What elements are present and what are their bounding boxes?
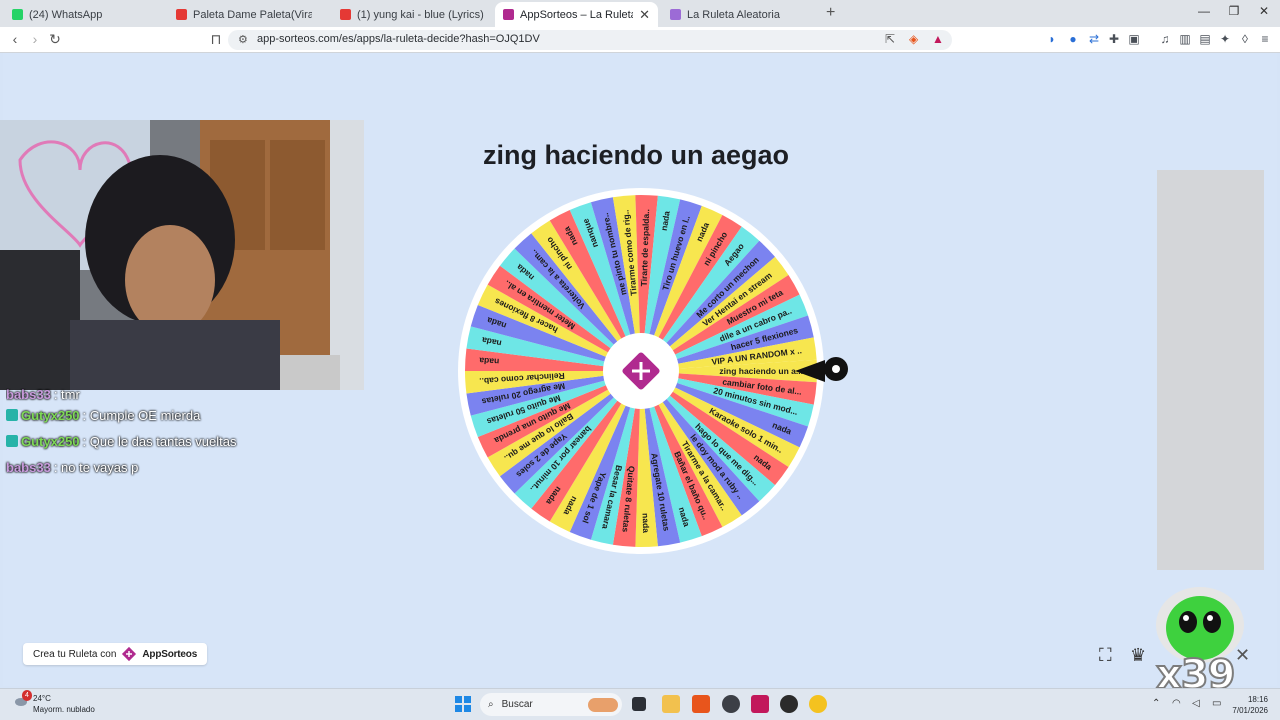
app-icon[interactable] (780, 695, 798, 713)
appsorteos-icon (503, 9, 514, 20)
taskbar-search[interactable]: ⌕ Buscar (480, 693, 622, 716)
screenshot-icon[interactable]: ▣ (1126, 32, 1142, 46)
reload-icon[interactable]: ↻ (46, 31, 64, 48)
leo-ai-icon[interactable]: ✦ (1217, 32, 1233, 46)
ruleta-icon (670, 9, 681, 20)
youtube-icon (340, 9, 351, 20)
weather-alert-badge: 4 (22, 690, 32, 701)
roulette-wheel[interactable]: zing haciendo un a... cambiar foto de al.… (455, 185, 827, 557)
chat-username: Gutyx250 (21, 433, 80, 449)
tab-appsorteos[interactable]: AppSorteos – La Ruleta de la Su ✕ (495, 2, 658, 27)
wallet-icon[interactable]: ▤ (1197, 32, 1213, 46)
back-icon[interactable]: ‹ (6, 31, 24, 47)
wheel-pointer-knob (824, 357, 848, 381)
tab-title: Paleta Dame Paleta(Viral TikTok) (193, 8, 312, 21)
clock-date: 7/01/2026 (1232, 706, 1268, 715)
chat-text: : Cumple OE mierda (82, 407, 201, 423)
chat-message: babs33 : no te vayas p (6, 454, 236, 480)
streaming-app-icon[interactable] (809, 695, 827, 713)
extensions-icon[interactable]: ✚ (1106, 32, 1122, 46)
new-tab-button[interactable]: + (826, 4, 835, 22)
search-placeholder: Buscar (501, 699, 533, 710)
file-explorer-icon[interactable] (662, 695, 680, 713)
brave-shield-icon[interactable]: ◈ (909, 32, 918, 46)
network-icon[interactable]: ◠ (1172, 698, 1181, 709)
brave-vpn-shield-icon[interactable]: ◊ (1237, 32, 1253, 46)
maximize-button[interactable]: ❐ (1219, 4, 1249, 18)
chat-username: Gutyx250 (21, 407, 80, 423)
wheel-segment-label: zing haciendo un a... (719, 366, 803, 376)
crea-tu-ruleta-button[interactable]: Crea tu Ruleta con AppSorteos (23, 643, 208, 665)
windows-start-icon[interactable] (454, 695, 472, 713)
trophy-icon[interactable]: ♛ (1130, 645, 1146, 666)
chat-text: : tmr (53, 388, 80, 402)
subscriber-badge-icon (6, 409, 18, 421)
menu-icon[interactable]: ≡ (1257, 32, 1273, 46)
chat-text: : Que le das tantas vueltas (82, 433, 237, 449)
whatsapp-icon (12, 9, 23, 20)
wheel-segment-label: nada (641, 513, 652, 533)
subscriber-badge-icon (6, 435, 18, 447)
rewards-icon[interactable]: ▲ (932, 32, 944, 46)
bookmark-icon[interactable]: ⊓ (207, 31, 225, 48)
appsorteos-logo-icon (122, 646, 137, 662)
sidebar-icon[interactable]: ▥ (1177, 32, 1193, 46)
wheel-graphic[interactable]: zing haciendo un a...cambiar foto de al.… (455, 185, 827, 557)
tray-chevron-icon[interactable]: ⌃ (1152, 698, 1160, 709)
media-icon[interactable]: ♫ (1157, 32, 1173, 46)
share-icon[interactable]: ⇱ (885, 32, 895, 46)
tab-title: (24) WhatsApp (29, 8, 103, 21)
brave-browser-icon[interactable] (692, 695, 710, 713)
close-window-button[interactable]: ✕ (1249, 4, 1279, 18)
tab-ruleta-aleatoria[interactable]: La Ruleta Aleatoria (662, 2, 820, 27)
tab-title: (1) yung kai - blue (Lyrics) - YouTube (357, 8, 484, 21)
chat-message: Gutyx250 : Cumple OE mierda (6, 402, 236, 428)
close-tab-icon[interactable]: ✕ (639, 7, 650, 23)
weather-widget[interactable]: 4 24°C Mayorm. nublado (14, 690, 95, 715)
crea-brand: AppSorteos (142, 648, 198, 660)
tab-title: La Ruleta Aleatoria (687, 8, 780, 21)
address-bar[interactable]: ⚙ app-sorteos.com/es/apps/la-ruleta-deci… (228, 30, 952, 50)
wheel-title: zing haciendo un aegao (483, 140, 790, 170)
tab-whatsapp[interactable]: (24) WhatsApp (4, 2, 164, 27)
chat-username: babs33 (6, 388, 51, 402)
ad-placeholder (1157, 170, 1264, 570)
obs-icon[interactable] (722, 695, 740, 713)
youtube-icon (176, 9, 187, 20)
chat-message: babs33 : tmr (6, 388, 236, 402)
clock-time: 18:16 (1247, 695, 1268, 704)
fullscreen-icon[interactable]: ⛶ (1099, 645, 1112, 666)
tab-yung-kai[interactable]: (1) yung kai - blue (Lyrics) - YouTube (332, 2, 492, 27)
speech-icon[interactable]: ◗ (1044, 32, 1060, 46)
browser-toolbar: ‹ › ↻ ⊓ ⚙ app-sorteos.com/es/apps/la-rul… (0, 27, 1280, 53)
stream-chat: babs33 : tmr Gutyx250 : Cumple OE mierda… (6, 388, 236, 480)
webcam-image (0, 120, 364, 390)
tab-title: AppSorteos – La Ruleta de la Su (520, 8, 633, 21)
tab-paleta[interactable]: Paleta Dame Paleta(Viral TikTok) (168, 2, 320, 27)
forward-icon[interactable]: › (26, 31, 44, 47)
system-clock[interactable]: 18:16 7/01/2026 (1232, 694, 1268, 716)
browser-tab-strip: (24) WhatsApp Paleta Dame Paleta(Viral T… (0, 0, 1280, 27)
chat-username: babs33 (6, 459, 51, 475)
search-highlight-icon (588, 697, 618, 712)
wheel-segment-label: nada (479, 356, 500, 367)
translate-icon[interactable]: ⇄ (1086, 32, 1102, 46)
task-view-icon[interactable] (632, 697, 646, 711)
chat-text: : no te vayas p (53, 459, 139, 475)
battery-icon[interactable]: ▭ (1212, 698, 1221, 709)
windows-taskbar: 4 24°C Mayorm. nublado ⌕ Buscar ⌃ ◠ ◁ ▭ … (0, 688, 1280, 720)
webcam-feed (0, 120, 364, 390)
minimize-button[interactable]: — (1189, 4, 1219, 18)
site-info-icon[interactable]: ⚙ (238, 33, 248, 46)
search-icon: ⌕ (488, 699, 494, 710)
vpn-icon[interactable]: ● (1065, 32, 1081, 46)
url-text: app-sorteos.com/es/apps/la-ruleta-decide… (257, 33, 540, 45)
crea-label: Crea tu Ruleta con (33, 648, 117, 660)
brave-nightly-icon[interactable] (751, 695, 769, 713)
chat-message: Gutyx250 : Que le das tantas vueltas (6, 428, 236, 454)
volume-icon[interactable]: ◁ (1192, 698, 1200, 709)
